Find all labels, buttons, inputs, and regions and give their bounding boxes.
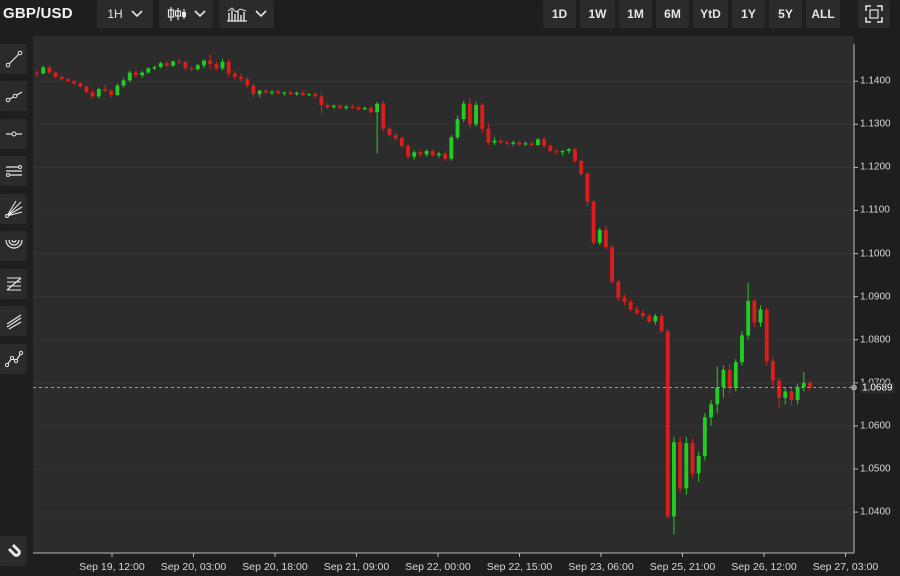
fan-icon <box>4 200 22 218</box>
range-label: 6M <box>664 7 681 21</box>
horizontal-line-icon <box>5 131 22 137</box>
y-tick-label: 1.0800 <box>860 334 891 346</box>
magnet-tool[interactable] <box>0 536 27 566</box>
y-tick-label: 1.0600 <box>860 420 891 432</box>
fib-retracement-tool[interactable] <box>0 269 27 299</box>
magnet-icon <box>7 543 21 557</box>
range-all-button[interactable]: ALL <box>806 0 840 28</box>
y-tick-label: 1.1200 <box>860 161 891 173</box>
y-tick-label: 1.0500 <box>860 463 891 475</box>
interval-selector[interactable]: 1H <box>97 0 153 28</box>
pitchfork-icon <box>6 314 21 330</box>
parallel-channel-tool[interactable] <box>0 156 27 186</box>
x-tick-label: Sep 22, 15:00 <box>486 561 553 573</box>
candlestick-icon <box>167 7 186 21</box>
interval-label: 1H <box>107 7 123 21</box>
range-label: 1M <box>627 7 644 21</box>
arc-tool[interactable] <box>0 231 27 261</box>
x-tick-label: Sep 21, 09:00 <box>323 561 390 573</box>
range-label: 1Y <box>741 7 756 21</box>
y-tick-label: 1.1000 <box>860 248 891 260</box>
drawing-tools-sidebar <box>0 36 32 576</box>
y-tick-label: 1.0900 <box>860 291 891 303</box>
chevron-down-icon <box>193 10 206 18</box>
range-1d-button[interactable]: 1D <box>543 0 576 28</box>
range-5y-button[interactable]: 5Y <box>769 0 802 28</box>
ray-icon <box>5 91 22 103</box>
trend-line-icon <box>5 50 22 68</box>
symbol-title: GBP/USD <box>3 5 73 22</box>
fib-retracement-icon <box>6 277 21 291</box>
horizontal-line-tool[interactable] <box>0 119 27 149</box>
fullscreen-button[interactable] <box>858 0 890 28</box>
chevron-down-icon <box>255 10 267 18</box>
arc-icon <box>4 239 23 249</box>
x-tick-label: Sep 20, 18:00 <box>242 561 308 573</box>
indicator-selector[interactable] <box>219 0 274 28</box>
x-tick-label: Sep 25, 21:00 <box>649 561 716 573</box>
y-tick-label: 1.1400 <box>860 75 891 87</box>
range-6m-button[interactable]: 6M <box>656 0 689 28</box>
fan-tool[interactable] <box>0 194 27 224</box>
y-tick-label: 1.0400 <box>860 506 891 518</box>
range-ytd-button[interactable]: YtD <box>693 0 728 28</box>
x-tick-label: Sep 22, 00:00 <box>405 561 471 573</box>
last-price-label: 1.0689 <box>860 382 895 394</box>
x-tick-label: Sep 26, 12:00 <box>731 561 797 573</box>
chart-plot-area[interactable] <box>33 36 854 553</box>
range-label: YtD <box>700 7 721 21</box>
top-toolbar: GBP/USD 1H 1D 1W 1M 6M YtD 1Y 5Y ALL <box>0 0 900 34</box>
chevron-down-icon <box>131 10 143 18</box>
bar-chart-icon <box>227 7 247 22</box>
path-tool[interactable] <box>0 344 27 374</box>
ray-tool[interactable] <box>0 81 27 111</box>
range-1m-button[interactable]: 1M <box>619 0 652 28</box>
fullscreen-icon <box>865 5 883 23</box>
x-tick-label: Sep 27, 03:00 <box>812 561 879 573</box>
parallel-channel-icon <box>5 165 22 177</box>
x-tick-label: Sep 20, 03:00 <box>160 561 227 573</box>
range-1w-button[interactable]: 1W <box>580 0 615 28</box>
range-label: 5Y <box>778 7 793 21</box>
y-tick-label: 1.1100 <box>860 204 890 216</box>
path-icon <box>4 350 23 368</box>
pitchfork-tool[interactable] <box>0 306 27 336</box>
range-1y-button[interactable]: 1Y <box>732 0 765 28</box>
x-tick-label: Sep 19, 12:00 <box>79 561 145 573</box>
trend-line-tool[interactable] <box>0 44 27 74</box>
range-label: 1W <box>588 7 607 21</box>
range-label: 1D <box>551 7 568 21</box>
x-tick-label: Sep 23, 06:00 <box>568 561 634 573</box>
y-tick-label: 1.1300 <box>860 118 891 130</box>
chart-style-selector[interactable] <box>159 0 213 28</box>
range-label: ALL <box>811 7 835 21</box>
